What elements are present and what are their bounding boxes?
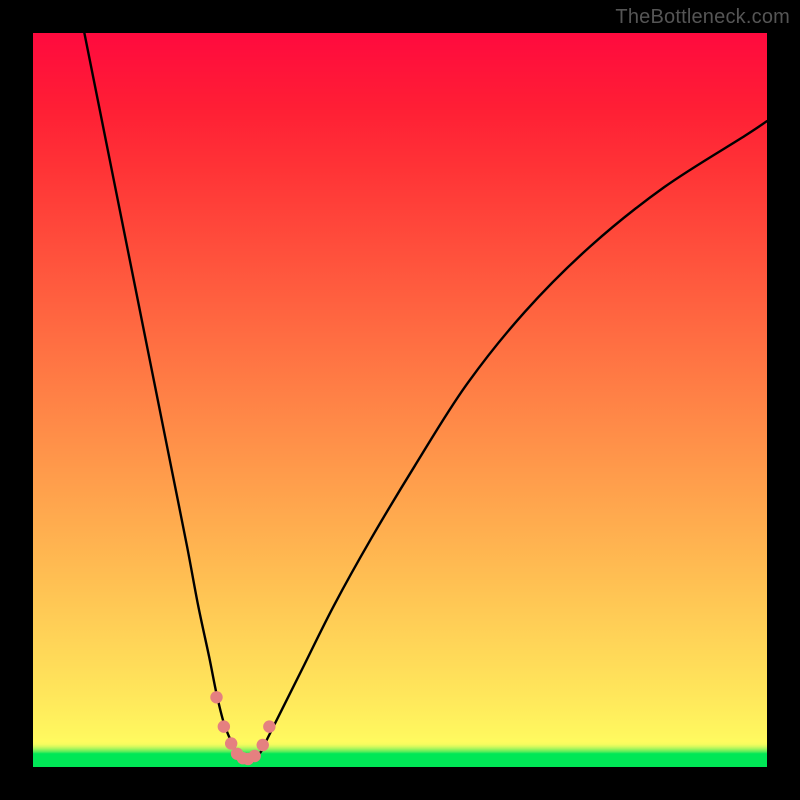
plot-area [33,33,767,767]
curve-path [84,33,767,760]
watermark-text: TheBottleneck.com [615,6,790,29]
data-dot [257,739,269,751]
data-dot [218,720,230,732]
data-dot [210,691,222,703]
chart-svg [33,33,767,767]
dots-group [210,691,275,765]
chart-container: TheBottleneck.com [0,0,800,800]
data-dot [263,720,275,732]
data-dot [248,750,260,762]
